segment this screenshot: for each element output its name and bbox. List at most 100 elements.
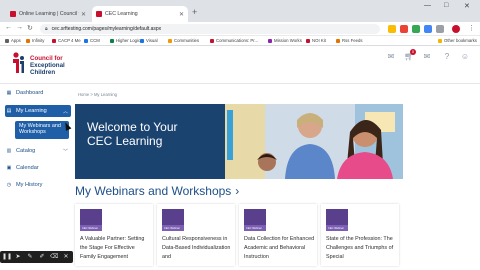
sidebar-item-my-learning[interactable]: ▤ My Learning ︿ xyxy=(5,105,71,117)
logo-line: Exceptional xyxy=(30,62,65,69)
tab-close-icon[interactable]: ✕ xyxy=(81,11,86,18)
chevron-right-icon: › xyxy=(235,184,240,198)
browser-menu-icon[interactable]: ⋮ xyxy=(468,24,475,32)
lock-icon: 🔒︎ xyxy=(45,26,48,32)
section-title-text: My Webinars and Workshops xyxy=(75,184,232,198)
url-text: cec.srftesting.com/pages/mylearning/defa… xyxy=(51,26,162,32)
webinar-thumbnail: CEC Webinar xyxy=(80,209,102,231)
bookmark-favicon-icon xyxy=(210,38,214,43)
bookmark-label: Mission Works xyxy=(274,38,302,43)
sidebar-subitem-my-webinars[interactable]: My Webinars and Workshops xyxy=(15,121,69,139)
eraser-icon[interactable]: ⌫ xyxy=(50,253,58,261)
back-arrow-icon[interactable]: ← xyxy=(5,24,12,31)
extension-star-icon[interactable] xyxy=(388,25,396,33)
bookmark-label: Higher Logic xyxy=(116,38,141,43)
sidebar-item-catalog[interactable]: ▥ Catalog ﹀ xyxy=(5,145,71,157)
maximize-button[interactable]: □ xyxy=(444,2,448,9)
address-bar[interactable]: 🔒︎ cec.srftesting.com/pages/mylearning/d… xyxy=(40,24,380,34)
highlighter-icon[interactable]: ✐ xyxy=(38,253,46,261)
minimize-button[interactable]: — xyxy=(424,2,431,9)
bookmark-item[interactable]: Higher Logic xyxy=(110,38,140,43)
bookmark-label: Rss Feeds xyxy=(342,38,363,43)
help-icon[interactable]: ? xyxy=(442,52,452,62)
notifications-icon[interactable]: ✉ xyxy=(422,52,432,62)
cec-logo-icon[interactable] xyxy=(11,51,25,75)
forward-arrow-icon[interactable]: → xyxy=(16,24,23,31)
extension-icon[interactable] xyxy=(412,25,420,33)
webinar-title: Cultural Responsiveness in Data-Based In… xyxy=(162,236,231,260)
sidebar-nav: ▦ Dashboard ▤ My Learning ︿ ▥ Catalog ﹀ … xyxy=(0,84,74,254)
pen-icon[interactable]: ✎ xyxy=(26,253,34,261)
close-icon[interactable]: ✕ xyxy=(62,253,70,261)
sidebar-item-my-history[interactable]: ◷ My History xyxy=(5,179,71,191)
bookmark-favicon-icon xyxy=(110,38,114,43)
learning-icon: ▤ xyxy=(6,108,12,114)
extension-icon[interactable] xyxy=(400,25,408,33)
sidebar-item-label: Calendar xyxy=(16,165,39,171)
webinar-thumbnail: CEC Webinar xyxy=(244,209,266,231)
logo-line: Council for xyxy=(30,55,63,62)
webinar-card[interactable]: CEC Webinar State of the Profession: The… xyxy=(321,204,399,266)
bookmark-item[interactable]: CACP 4 Me xyxy=(52,38,81,43)
bookmark-favicon-icon xyxy=(306,38,310,43)
webinar-title: State of the Profession: The Challenges … xyxy=(326,236,394,260)
sidebar-item-label: My Learning xyxy=(16,108,47,114)
messages-icon[interactable]: ✉ xyxy=(386,52,396,62)
new-tab-button[interactable]: + xyxy=(192,7,197,17)
thumbnail-label: CEC Webinar xyxy=(246,227,262,230)
bookmark-item[interactable]: Apps xyxy=(5,38,21,43)
section-title-link[interactable]: My Webinars and Workshops › xyxy=(75,184,239,198)
sidebar-item-dashboard[interactable]: ▦ Dashboard xyxy=(5,87,71,99)
bookmark-favicon-icon xyxy=(84,38,88,43)
calendar-icon: ▣ xyxy=(6,165,12,171)
chevron-down-icon: ﹀ xyxy=(62,148,68,155)
webinar-thumbnail: CEC Webinar xyxy=(162,209,184,231)
browser-tab-cec-learning[interactable]: CEC Learning ✕ xyxy=(92,6,188,22)
user-profile-icon[interactable]: ☺ xyxy=(460,52,470,62)
close-window-button[interactable]: ✕ xyxy=(464,2,470,10)
bookmark-favicon-icon xyxy=(168,38,172,43)
sidebar-item-label: Catalog xyxy=(16,148,36,154)
profile-avatar-icon[interactable] xyxy=(452,25,460,33)
reload-icon[interactable]: ↻ xyxy=(27,24,33,32)
webinar-card[interactable]: CEC Webinar Cultural Responsiveness in D… xyxy=(157,204,235,266)
webinar-card[interactable]: CEC Webinar A Valuable Partner: Setting … xyxy=(75,204,153,266)
breadcrumb[interactable]: Home > My Learning xyxy=(78,92,117,97)
webinar-card[interactable]: CEC Webinar Data Collection for Enhanced… xyxy=(239,204,317,266)
hero-text-panel: Welcome to Your CEC Learning xyxy=(75,104,225,179)
tab-close-icon[interactable]: ✕ xyxy=(179,11,184,18)
bookmark-favicon-icon xyxy=(336,38,340,43)
bookmark-item[interactable]: Communications: Pr... xyxy=(210,38,258,43)
browser-tab-online-learning[interactable]: Online Learning | Council for Exc... ✕ xyxy=(6,6,90,22)
pointer-icon[interactable]: ➤ xyxy=(14,253,22,261)
extension-icon[interactable] xyxy=(436,25,444,33)
tab-label: CEC Learning xyxy=(105,11,138,17)
bookmark-favicon-icon xyxy=(140,38,144,43)
bookmark-item[interactable]: CCM xyxy=(84,38,100,43)
pause-icon[interactable]: ❚❚ xyxy=(2,253,12,261)
bookmark-label: Other bookmarks xyxy=(444,38,477,43)
bookmark-item[interactable]: Other bookmarks xyxy=(438,38,477,43)
bookmark-label: CACP 4 Me xyxy=(58,38,81,43)
bookmark-item[interactable]: Mission Works xyxy=(268,38,302,43)
webinar-thumbnail: CEC Webinar xyxy=(326,209,348,231)
bookmark-item[interactable]: Communities xyxy=(168,38,199,43)
bookmark-item[interactable]: NOI Kit xyxy=(306,38,326,43)
sidebar-item-label: Dashboard xyxy=(16,90,44,96)
bookmark-item[interactable]: Rss Feeds xyxy=(336,38,363,43)
sidebar-item-label: My History xyxy=(16,182,43,188)
extension-icon[interactable] xyxy=(424,25,432,33)
thumbnail-label: CEC Webinar xyxy=(82,227,98,230)
bookmark-label: NOI Kit xyxy=(312,38,326,43)
bookmark-label: Infinity xyxy=(32,38,45,43)
bookmark-item[interactable]: Visual xyxy=(140,38,158,43)
webinar-cards: CEC Webinar A Valuable Partner: Setting … xyxy=(75,204,403,266)
bookmark-item[interactable]: Infinity xyxy=(26,38,44,43)
dashboard-icon: ▦ xyxy=(6,90,12,96)
history-icon: ◷ xyxy=(6,182,12,188)
organization-name[interactable]: Council for Exceptional Children xyxy=(30,55,65,76)
site-header: Council for Exceptional Children ✉ 🛒︎ 0 … xyxy=(0,46,480,84)
welcome-hero-banner: Welcome to Your CEC Learning xyxy=(75,104,403,179)
bookmark-label: Visual xyxy=(146,38,158,43)
sidebar-item-calendar[interactable]: ▣ Calendar xyxy=(5,162,71,174)
